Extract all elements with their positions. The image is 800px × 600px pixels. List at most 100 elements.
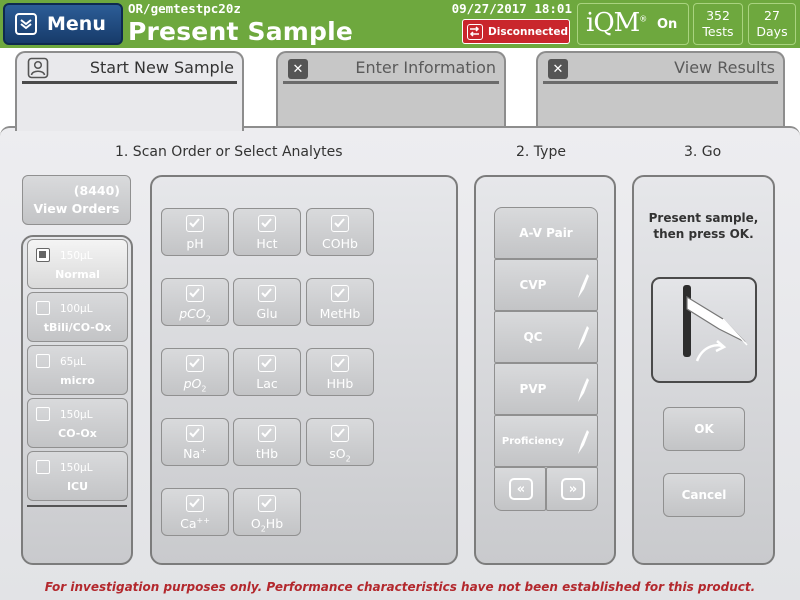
type-av-pair-button[interactable]: A-V Pair [494,207,598,259]
checkbox-checked-icon [258,355,276,372]
analyte-name: Hct [256,236,278,251]
connection-status-button[interactable]: Disconnected [462,19,570,44]
tab-label: Enter Information [355,58,496,77]
tab-enter-information[interactable]: ✕ Enter Information [276,51,506,128]
checkbox-checked-icon [186,215,204,232]
sample-type-name: Normal [55,268,100,281]
sample-type-micro[interactable]: 65µL micro [27,345,128,395]
go-panel: Present sample, then press OK. OK Cancel [632,175,775,565]
type-label: QC [523,330,543,344]
type-proficiency-button[interactable]: Proficiency [494,415,598,467]
checkbox-checked-icon [186,355,204,372]
syringe-icon [575,272,591,303]
days-count: 27 [764,8,780,23]
analyte-name: MetHb [319,306,361,321]
checkbox-checked-icon [258,425,276,442]
analyte-na[interactable]: Na+ [161,418,229,466]
sample-volume: 150µL [60,409,93,421]
view-orders-button[interactable]: (8440) View Orders [22,175,131,225]
type-label: PVP [519,382,547,396]
analyte-name: sO2 [329,446,351,464]
analyte-name: O2Hb [250,516,284,534]
tab-divider [22,81,237,84]
analyte-lac[interactable]: Lac [233,348,301,396]
analyte-name: pH [186,236,204,251]
iqm-status-label: On [657,17,678,32]
close-icon[interactable]: ✕ [288,59,308,79]
network-arrows-icon [467,23,483,40]
header-bar: Menu OR/gemtestpc20z 09/27/2017 18:01 Pr… [0,0,800,48]
analyte-name: HHb [326,376,354,391]
sample-source-panel: A-V Pair CVP QC PVP Proficiency « » [474,175,616,565]
radio-icon [36,407,50,421]
sample-type-icu[interactable]: 150µL ICU [27,451,128,501]
analyte-hct[interactable]: Hct [233,208,301,256]
disclaimer-text: For investigation purposes only. Perform… [44,580,756,594]
sample-volume: 65µL [60,356,86,368]
type-cvp-button[interactable]: CVP [494,259,598,311]
list-divider [27,505,127,507]
sample-type-name: CO-Ox [58,427,97,440]
header-info: OR/gemtestpc20z 09/27/2017 18:01 Present… [126,0,574,48]
page-title: Present Sample [128,17,354,46]
checkbox-checked-icon [331,425,349,442]
connection-status-label: Disconnected [488,25,568,38]
orders-count: (8440) [73,183,120,198]
tests-remaining[interactable]: 352 Tests [693,3,743,45]
analyte-ph[interactable]: pH [161,208,229,256]
iqm-status[interactable]: iQM® On [577,3,689,45]
tests-count: 352 [706,8,730,23]
analyte-thb[interactable]: tHb [233,418,301,466]
previous-page-button[interactable]: « [494,467,546,511]
next-page-button[interactable]: » [546,467,598,511]
analyte-glu[interactable]: Glu [233,278,301,326]
analyte-name: pCO2 [179,306,211,324]
analyte-cohb[interactable]: COHb [306,208,374,256]
analyte-name: tHb [255,446,279,461]
tab-view-results[interactable]: ✕ View Results [536,51,785,128]
chevron-down-icon [15,13,37,35]
menu-button[interactable]: Menu [3,3,123,45]
ok-button[interactable]: OK [663,407,745,451]
checkbox-checked-icon [258,215,276,232]
analyte-so2[interactable]: sO2 [306,418,374,466]
analyte-name: COHb [322,236,358,251]
main-panel: 1. Scan Order or Select Analytes 2. Type… [0,126,800,600]
analyte-ca[interactable]: Ca++ [161,488,229,536]
section-title-type: 2. Type [516,144,566,160]
sample-type-co-ox[interactable]: 150µL CO-Ox [27,398,128,448]
analyte-name: Glu [256,306,278,321]
type-label: A-V Pair [519,226,573,240]
analyte-panel: pH Hct COHb pCO2 Glu MetHb pO2 Lac HHb N… [150,175,458,565]
tab-divider [283,81,499,84]
tab-divider [543,81,778,84]
tab-label: Start New Sample [89,58,234,77]
analyte-methb[interactable]: MetHb [306,278,374,326]
analyte-hhb[interactable]: HHb [306,348,374,396]
sample-type-list: 150µL Normal 100µL tBili/CO-Ox 65µL micr… [21,235,133,565]
close-icon[interactable]: ✕ [548,59,568,79]
syringe-port-icon [683,285,748,362]
analyte-name: Na+ [183,446,207,462]
analyte-name: Lac [256,376,278,391]
double-chevron-right-icon: » [561,478,585,500]
sample-volume: 150µL [60,462,93,474]
type-label: CVP [519,278,547,292]
sample-type-normal[interactable]: 150µL Normal [27,239,128,289]
sample-type-tbili-co-ox[interactable]: 100µL tBili/CO-Ox [27,292,128,342]
analyte-pco2[interactable]: pCO2 [161,278,229,326]
type-qc-button[interactable]: QC [494,311,598,363]
cancel-button[interactable]: Cancel [663,473,745,517]
radio-icon [36,460,50,474]
section-title-scan: 1. Scan Order or Select Analytes [115,144,343,160]
datetime: 09/27/2017 18:01 [451,1,572,16]
sample-volume: 100µL [60,303,93,315]
analyte-o2hb[interactable]: O2Hb [233,488,301,536]
checkbox-checked-icon [186,495,204,512]
iqm-logo: iQM® [586,8,647,38]
checkbox-checked-icon [186,285,204,302]
analyte-po2[interactable]: pO2 [161,348,229,396]
days-remaining[interactable]: 27 Days [748,3,796,45]
type-pvp-button[interactable]: PVP [494,363,598,415]
tab-start-new-sample[interactable]: Start New Sample [15,51,244,131]
